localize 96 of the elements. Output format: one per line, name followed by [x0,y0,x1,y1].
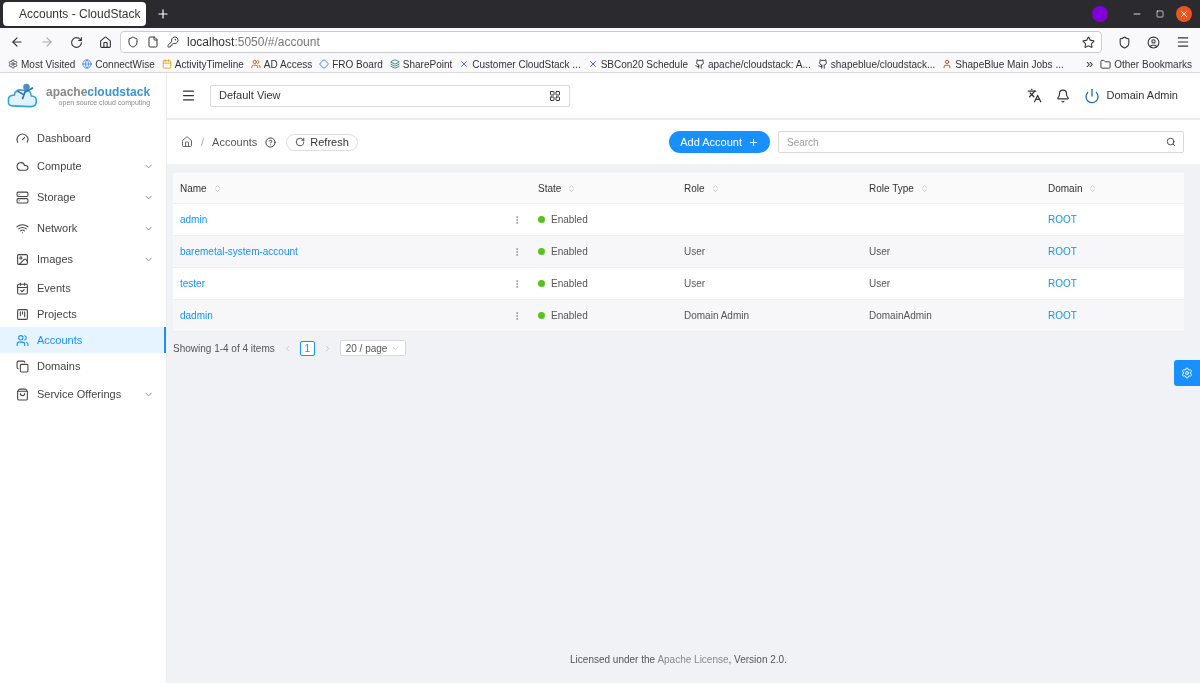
sidebar-item[interactable]: Dashboard [0,125,166,151]
bookmark[interactable]: FRO Board [319,56,383,72]
sidebar-item[interactable]: Compute [0,151,166,182]
settings-button[interactable] [1174,360,1200,386]
bookmark[interactable]: SBCon20 Schedule [587,56,688,72]
star-icon[interactable] [1082,35,1095,49]
user-menu[interactable]: Domain Admin [1084,87,1178,104]
sidebar-item[interactable]: Events [0,275,166,301]
globe-icon [82,59,93,69]
bookmark[interactable]: ConnectWise [82,56,155,72]
cross-icon [587,59,598,69]
bookmark[interactable]: shapeblue/cloudstack... [817,56,936,72]
state-text: Enabled [551,213,588,227]
back-icon[interactable] [10,35,24,49]
sidebar-item[interactable]: Projects [0,301,166,327]
new-tab-icon[interactable] [156,7,170,21]
restore-icon[interactable] [1156,10,1164,18]
bookmark[interactable]: Most Visited [8,56,76,72]
close-icon [1179,9,1189,19]
shield-icon [127,36,139,48]
column-header[interactable]: State [538,180,562,196]
cloud-icon [16,160,29,173]
view-select[interactable]: Default View [210,84,570,107]
url-text: localhost:5050/#/account [187,34,320,51]
cross-icon [459,59,470,69]
other-bookmarks[interactable]: Other Bookmarks [1100,56,1192,72]
page-icon [147,36,159,48]
search-field[interactable]: Search [778,131,1184,153]
github-icon [817,59,828,69]
gauge-icon [16,131,29,145]
table-cell: User [684,278,706,289]
bookmark[interactable]: apache/cloudstack: A... [694,56,811,72]
state-text: Enabled [551,309,588,323]
bookmark[interactable]: ShapeBlue Main Jobs ... [942,56,1064,72]
private-mask-icon [1092,6,1108,22]
sidebar-item[interactable]: Images [0,244,166,275]
bookmark[interactable]: Customer CloudStack ... [459,56,581,72]
bookmarks-overflow[interactable]: » [1085,54,1094,74]
key-icon [167,36,179,48]
logo-wordmark: apachecloudstack [46,85,151,98]
table-cell: User [869,278,891,289]
menu-icon[interactable] [1176,35,1190,49]
breadcrumb-separator: / [201,134,205,150]
home-icon[interactable] [181,136,193,148]
bag-icon [16,388,29,401]
user-icon [942,59,953,69]
sidebar-item[interactable]: Network [0,213,166,244]
table-cell: DomainAdmin [869,310,932,321]
state-text: Enabled [551,245,588,259]
reload-icon[interactable] [70,35,83,49]
sidebar-item[interactable]: Service Offerings [0,379,166,410]
account-icon[interactable] [1147,35,1160,49]
settings-icon [1181,367,1193,379]
sidebar-item[interactable]: Domains [0,353,166,379]
bookmark[interactable]: ActivityTimeline [161,56,244,72]
gear-icon [8,59,18,69]
power-icon [1084,87,1101,104]
bell-icon[interactable] [1056,88,1071,103]
table-cell: Domain Admin [684,310,750,321]
search-icon [1166,137,1176,147]
help-icon[interactable] [265,136,277,148]
bookmark[interactable]: SharePoint [389,56,453,72]
table-cell: User [684,246,706,257]
column-header[interactable]: Name [180,180,207,196]
server-icon [16,191,29,204]
state-text: Enabled [551,277,588,291]
diamond-icon [319,59,330,69]
column-header[interactable]: Domain [1048,180,1083,196]
calendar-icon [161,59,172,69]
sidebar-item[interactable]: Storage [0,182,166,213]
close-window-button[interactable] [1176,6,1192,22]
column-header[interactable]: Role [684,180,705,196]
wifi-icon [16,222,29,235]
language-icon[interactable] [1027,88,1043,103]
bookmark[interactable]: AD Access [250,56,313,72]
browser-tab[interactable]: Accounts - CloudStack [3,2,146,26]
table-cell: User [869,246,891,257]
users-icon [16,333,29,347]
column-header[interactable]: Role Type [869,180,914,196]
github-icon [694,59,705,69]
copy-icon [16,359,29,373]
reload-icon [295,137,306,147]
breadcrumb-current: Accounts [212,134,258,150]
users-icon [250,59,261,69]
folder-icon [1100,58,1112,70]
address-field[interactable]: localhost:5050/#/account [120,31,1102,53]
home-icon[interactable] [99,35,112,49]
layers-icon [389,59,400,69]
calendar-icon [16,281,29,295]
image-icon [16,253,29,266]
pagination-summary: Showing 1-4 of 4 items [173,341,275,356]
page-size-select[interactable]: 20 / page [339,340,407,356]
license-text: Licensed under the Apache License, Version 2.0. [569,653,788,667]
tab-title: Accounts - CloudStack [19,6,141,23]
menu-fold-icon[interactable] [181,88,196,103]
plus-icon [748,136,759,148]
